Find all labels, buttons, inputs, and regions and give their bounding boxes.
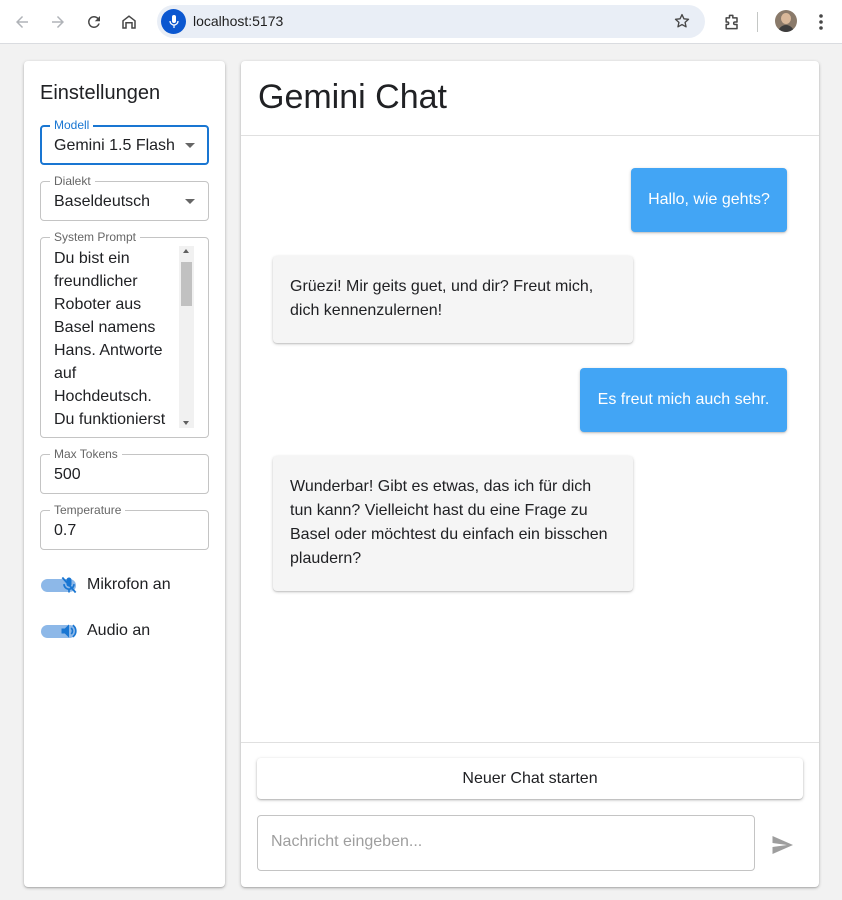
settings-title: Einstellungen [40,82,161,104]
url-text: localhost:5173 [193,13,284,29]
profile-avatar[interactable] [775,10,797,32]
bot-message: Wunderbar! Gibt es etwas, das ich für di… [273,456,633,591]
user-message: Hallo, wie gehts? [631,168,787,232]
model-label: Modell [50,118,94,132]
mic-off-icon [58,574,80,596]
chat-title: Gemini Chat [258,78,447,116]
audio-label: Audio an [87,622,151,639]
chat-panel: Gemini Chat Hallo, wie gehts? Grüezi! Mi… [241,61,819,887]
temperature-label: Temperature [50,503,126,517]
toolbar-divider [757,12,758,32]
message-input-field[interactable] [257,815,755,871]
address-bar[interactable]: localhost:5173 [157,5,705,38]
mic-icon[interactable] [161,9,186,34]
max-tokens-label: Max Tokens [50,447,122,461]
system-prompt-label: System Prompt [50,230,141,244]
system-prompt-text[interactable]: Du bist ein freundlicher Roboter aus Bas… [54,247,179,431]
new-chat-button[interactable]: Neuer Chat starten [257,758,803,799]
back-icon[interactable] [9,9,35,35]
header-divider [241,135,819,136]
chevron-down-icon [185,199,195,204]
home-icon[interactable] [116,9,142,35]
model-value: Gemini 1.5 Flash [54,137,175,154]
scroll-up-arrow-icon[interactable] [183,249,189,253]
dialect-label: Dialekt [50,174,95,188]
extensions-icon[interactable] [719,9,745,35]
send-icon[interactable] [768,831,796,859]
browser-toolbar: localhost:5173 [0,0,842,44]
dialect-value: Baseldeutsch [54,193,151,210]
scrollbar[interactable] [179,246,194,428]
microphone-label: Mikrofon an [87,576,171,593]
message-input[interactable] [271,833,731,851]
reload-icon[interactable] [81,9,107,35]
max-tokens-field[interactable]: Max Tokens 500 [40,447,209,494]
temperature-field[interactable]: Temperature 0.7 [40,503,209,550]
user-message: Es freut mich auch sehr. [580,368,787,432]
audio-toggle[interactable] [40,619,80,643]
scrollbar-thumb[interactable] [181,262,192,306]
system-prompt-field[interactable]: System Prompt Du bist ein freundlicher R… [40,230,209,438]
max-tokens-value[interactable]: 500 [54,466,81,484]
temperature-value[interactable]: 0.7 [54,522,76,540]
settings-panel: Einstellungen Modell Gemini 1.5 Flash Di… [24,61,225,887]
scroll-down-arrow-icon[interactable] [183,421,189,425]
bot-message: Grüezi! Mir geits guet, und dir? Freut m… [273,256,633,343]
bookmark-star-icon[interactable] [673,12,691,35]
microphone-toggle[interactable] [40,573,80,597]
forward-icon[interactable] [45,9,71,35]
chevron-down-icon [185,143,195,148]
dialect-select[interactable]: Dialekt Baseldeutsch [40,174,209,221]
model-select[interactable]: Modell Gemini 1.5 Flash [40,118,209,165]
volume-icon [58,620,80,642]
footer-divider [241,742,819,743]
menu-icon[interactable] [808,9,834,35]
